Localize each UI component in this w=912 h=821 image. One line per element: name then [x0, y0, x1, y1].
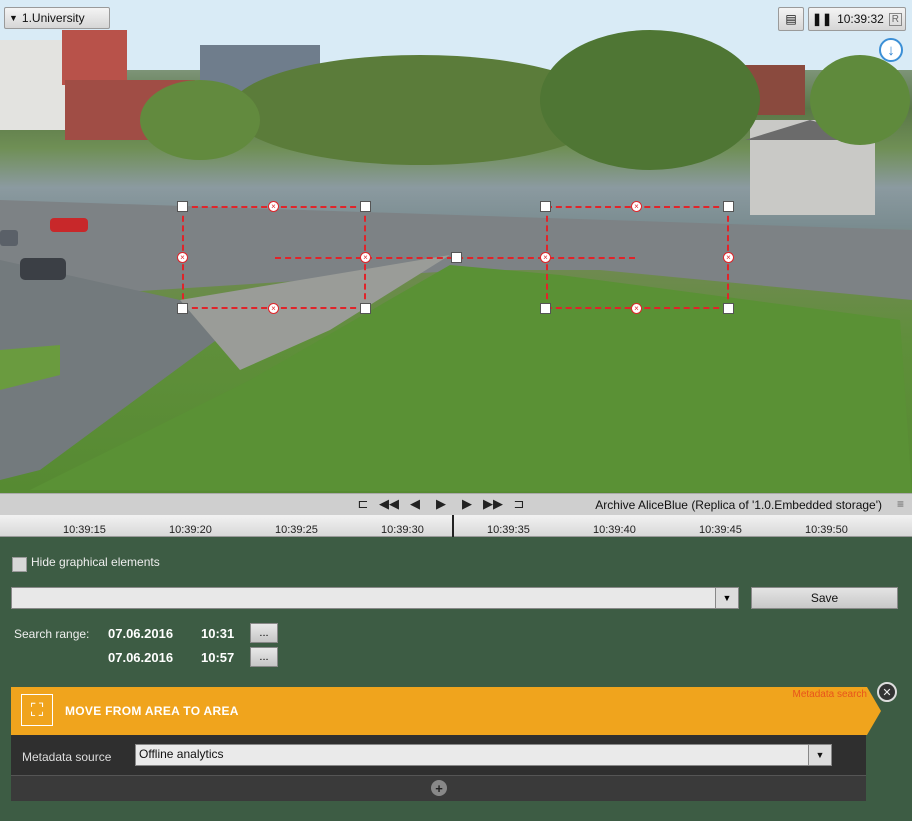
camera-scene: [0, 0, 912, 493]
zone-delete-point-icon[interactable]: ×: [631, 201, 642, 212]
timeline-tick: 10:39:15: [63, 524, 106, 536]
metadata-source-label: Metadata source: [22, 750, 112, 764]
notes-icon: ▤: [785, 12, 797, 26]
record-mode-badge: R: [888, 12, 903, 26]
range-from-date: 07.06.2016: [108, 626, 174, 641]
metadata-source-row: Metadata source Offline analytics ▼: [11, 735, 866, 775]
range-to-date: 07.06.2016: [108, 650, 174, 665]
timeline-tick: 10:39:45: [699, 524, 742, 536]
zone-handle[interactable]: [723, 201, 734, 212]
range-to-time: 10:57: [201, 650, 235, 665]
zone-handle[interactable]: [540, 303, 551, 314]
search-panel: Hide graphical elements ▼ Save Search ra…: [0, 537, 912, 821]
video-view[interactable]: × × × × × × × × ▼ 1.University ▤ ❚❚ 10:3…: [0, 0, 912, 493]
zone-delete-point-icon[interactable]: ×: [268, 303, 279, 314]
close-icon[interactable]: ✕: [877, 682, 897, 702]
search-criteria-banner[interactable]: ⛶ MOVE FROM AREA TO AREA Metadata search: [11, 687, 881, 735]
range-from-time: 10:31: [201, 626, 235, 641]
chevron-down-icon: ▼: [808, 745, 831, 765]
timeline[interactable]: 10:39:15 10:39:20 10:39:25 10:39:30 10:3…: [0, 515, 912, 537]
zone-handle[interactable]: [360, 201, 371, 212]
metadata-source-value: Offline analytics: [139, 747, 224, 761]
timeline-tick: 10:39:40: [593, 524, 636, 536]
notes-button[interactable]: ▤: [778, 7, 804, 31]
zone-handle[interactable]: [177, 201, 188, 212]
timeline-tick: 10:39:20: [169, 524, 212, 536]
move-area-icon: ⛶: [21, 694, 53, 726]
camera-name: 1.University: [21, 11, 85, 25]
add-icon[interactable]: +: [431, 780, 447, 796]
zone-handle[interactable]: [451, 252, 462, 263]
hide-graphics-label: Hide graphical elements: [31, 555, 160, 569]
range-to-picker-button[interactable]: ...: [250, 647, 278, 667]
zone-delete-point-icon[interactable]: ×: [723, 252, 734, 263]
zone-delete-point-icon[interactable]: ×: [631, 303, 642, 314]
clock-time: 10:39:32: [837, 12, 884, 26]
camera-selector[interactable]: ▼ 1.University: [4, 7, 110, 29]
hide-graphics-checkbox[interactable]: [12, 557, 27, 572]
zone-delete-point-icon[interactable]: ×: [268, 201, 279, 212]
banner-title: MOVE FROM AREA TO AREA: [65, 704, 239, 718]
step-backward-button[interactable]: ◀: [402, 496, 428, 512]
clock-display[interactable]: ❚❚ 10:39:32 R: [808, 7, 906, 31]
chevron-down-icon: ▼: [715, 588, 738, 608]
save-button[interactable]: Save: [751, 587, 898, 609]
zone-handle[interactable]: [360, 303, 371, 314]
zone-delete-point-icon[interactable]: ×: [360, 252, 371, 263]
timeline-tick: 10:39:35: [487, 524, 530, 536]
query-select[interactable]: ▼: [11, 587, 739, 609]
metadata-search-link[interactable]: Metadata search: [793, 689, 868, 700]
fast-backward-button[interactable]: ◀◀: [376, 496, 402, 512]
archive-label[interactable]: Archive AliceBlue (Replica of '1.0.Embed…: [595, 498, 882, 512]
go-to-start-button[interactable]: ⊏: [350, 496, 376, 512]
add-criteria-row: +: [11, 775, 866, 801]
playback-controls: ⊏ ◀◀ ◀ ▶ ▶ ▶▶ ⊐ Archive AliceBlue (Repli…: [0, 493, 912, 515]
search-range-label: Search range:: [14, 627, 90, 641]
range-from-picker-button[interactable]: ...: [250, 623, 278, 643]
timeline-tick: 10:39:25: [275, 524, 318, 536]
step-forward-button[interactable]: ▶: [454, 496, 480, 512]
pause-icon: ❚❚: [811, 12, 833, 26]
timeline-tick: 10:39:50: [805, 524, 848, 536]
timeline-tick: 10:39:30: [381, 524, 424, 536]
chevron-down-icon: ▼: [9, 13, 18, 23]
zone-delete-point-icon[interactable]: ×: [540, 252, 551, 263]
timeline-cursor[interactable]: [452, 515, 454, 537]
fast-forward-button[interactable]: ▶▶: [480, 496, 506, 512]
go-to-end-button[interactable]: ⊐: [506, 496, 532, 512]
menu-icon[interactable]: ≡: [897, 497, 904, 511]
metadata-source-select[interactable]: Offline analytics ▼: [135, 744, 832, 766]
zone-handle[interactable]: [540, 201, 551, 212]
zone-delete-point-icon[interactable]: ×: [177, 252, 188, 263]
zone-handle[interactable]: [177, 303, 188, 314]
play-button[interactable]: ▶: [428, 496, 454, 512]
download-icon[interactable]: ↓: [879, 38, 903, 62]
zone-handle[interactable]: [723, 303, 734, 314]
